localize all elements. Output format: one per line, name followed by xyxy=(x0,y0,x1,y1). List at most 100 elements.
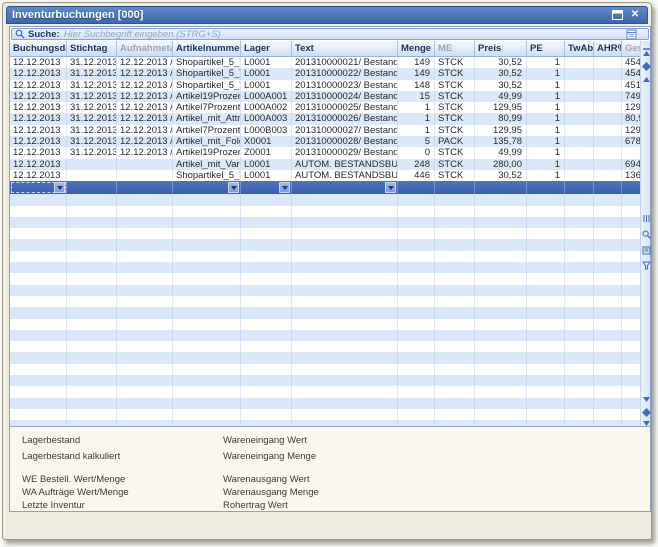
table-row[interactable]: 12.12.201331.12.201312.12.2013 /DoArtike… xyxy=(10,125,650,136)
grid-scrollbar[interactable] xyxy=(640,41,650,426)
empty-row xyxy=(10,239,650,250)
table-row[interactable]: 12.12.201331.12.201312.12.2013 /DoArtike… xyxy=(10,113,650,124)
search-input[interactable]: Hier Suchbegriff eingeben (STRG+S) xyxy=(64,29,221,40)
column-header-twab-[interactable]: TwAb% xyxy=(565,41,594,56)
filter-icon[interactable] xyxy=(641,260,651,270)
window-title: Inventurbuchungen [000] xyxy=(12,9,606,21)
table-cell xyxy=(67,170,117,181)
column-header-menge[interactable]: Menge xyxy=(398,41,435,56)
empty-row xyxy=(10,386,650,397)
table-cell: 31.12.2013 xyxy=(67,102,117,113)
scroll-up-icon[interactable] xyxy=(641,74,651,84)
grip-icon[interactable] xyxy=(641,213,651,223)
table-cell: 201310000028/ Bestandsaufnahme l xyxy=(292,136,398,147)
restore-button[interactable] xyxy=(610,9,624,22)
table-cell: 30,52 xyxy=(475,170,527,181)
table-cell: 129,95 xyxy=(475,102,527,113)
table-cell: 31.12.2013 xyxy=(67,80,117,91)
search-bar[interactable]: Suche: Hier Suchbegriff eingeben (STRG+S… xyxy=(11,28,649,40)
table-cell: 1 xyxy=(527,125,565,136)
table-row[interactable]: 12.12.2013Artikel_mit_VarianteL0001AUTOM… xyxy=(10,159,650,170)
filter-cell[interactable] xyxy=(292,181,398,194)
table-cell: 1 xyxy=(527,170,565,181)
table-row[interactable]: 12.12.201331.12.201312.12.2013 /DoArtike… xyxy=(10,136,650,147)
table-cell: Z0001 xyxy=(241,147,292,158)
filter-cell[interactable] xyxy=(10,181,67,194)
table-row[interactable]: 12.12.201331.12.201312.12.2013 /DoShopar… xyxy=(10,80,650,91)
column-header-pe[interactable]: PE xyxy=(527,41,565,56)
table-cell: 148 xyxy=(398,80,435,91)
table-cell: 1 xyxy=(527,136,565,147)
scroll-up-fast-icon[interactable] xyxy=(641,61,651,71)
table-row[interactable]: 12.12.201331.12.201312.12.2013 /DoArtike… xyxy=(10,91,650,102)
column-header-me[interactable]: ME xyxy=(435,41,475,56)
empty-row xyxy=(10,319,650,330)
table-row[interactable]: 12.12.201331.12.201312.12.2013 /DoArtike… xyxy=(10,147,650,158)
table-cell: 0 xyxy=(398,147,435,158)
filter-cell[interactable] xyxy=(241,181,292,194)
table-cell: PACK xyxy=(435,136,475,147)
table-cell: 31.12.2013 xyxy=(67,68,117,79)
table-cell: Artikel19Prozent xyxy=(173,147,241,158)
chevron-down-icon xyxy=(282,186,288,190)
filter-dropdown-button[interactable] xyxy=(279,182,290,193)
column-header-ahr-[interactable]: AHR% xyxy=(594,41,622,56)
filter-dropdown-button[interactable] xyxy=(228,182,239,193)
filter-cell[interactable] xyxy=(435,181,475,194)
table-row[interactable]: 12.12.2013Shopartikel_5_VariaL0001AUTOM.… xyxy=(10,170,650,181)
filter-cell[interactable] xyxy=(475,181,527,194)
table-row[interactable]: 12.12.201331.12.201312.12.2013 /DoShopar… xyxy=(10,68,650,79)
filter-cell[interactable] xyxy=(117,181,173,194)
table-cell: 31.12.2013 xyxy=(67,57,117,68)
column-header-lager[interactable]: Lager xyxy=(241,41,292,56)
column-header-preis[interactable]: Preis xyxy=(475,41,527,56)
filter-cell[interactable] xyxy=(173,181,241,194)
table-filter-row[interactable] xyxy=(10,181,650,194)
scroll-down-icon[interactable] xyxy=(641,394,651,404)
close-button[interactable]: ✕ xyxy=(628,9,642,22)
table-cell: STCK xyxy=(435,80,475,91)
column-header-buchungsdatum[interactable]: Buchungsdatum xyxy=(10,41,67,56)
table-cell: 12.12.2013 /Do xyxy=(117,91,173,102)
column-header-text[interactable]: Text xyxy=(292,41,398,56)
empty-row xyxy=(10,273,650,284)
column-header-stichtag[interactable]: Stichtag xyxy=(67,41,117,56)
table-cell: Artikel19Prozent xyxy=(173,91,241,102)
chevron-down-icon xyxy=(231,186,237,190)
table-cell: 201310000025/ Bestandsaufnahme l xyxy=(292,102,398,113)
filter-cell[interactable] xyxy=(565,181,594,194)
filter-dropdown-button[interactable] xyxy=(385,182,396,193)
filter-dropdown-button[interactable] xyxy=(54,182,65,193)
table-cell: Shopartikel_5_Varia xyxy=(173,57,241,68)
scroll-to-top-icon[interactable] xyxy=(641,47,651,57)
table-cell xyxy=(594,68,622,79)
table-cell: STCK xyxy=(435,102,475,113)
table-cell xyxy=(594,102,622,113)
table-cell: 31.12.2013 xyxy=(67,147,117,158)
summary-label: Rohertrag Wert xyxy=(223,500,288,511)
empty-row xyxy=(10,307,650,318)
scroll-down-fast-icon[interactable] xyxy=(641,407,651,417)
search-grid-icon[interactable] xyxy=(641,229,651,239)
filter-cell[interactable] xyxy=(527,181,565,194)
screen: Inventurbuchungen [000] ✕ Suche: Hier Su… xyxy=(0,0,658,547)
column-header-artikelnummer[interactable]: Artikelnummer xyxy=(173,41,241,56)
table-row[interactable]: 12.12.201331.12.201312.12.2013 /DoShopar… xyxy=(10,57,650,68)
filter-cell[interactable] xyxy=(398,181,435,194)
filter-cell[interactable] xyxy=(594,181,622,194)
table-cell: 12.12.2013 xyxy=(10,102,67,113)
summary-label: Warenausgang Menge xyxy=(223,487,319,498)
window-titlebar[interactable]: Inventurbuchungen [000] ✕ xyxy=(6,6,648,24)
bookmark-icon[interactable] xyxy=(641,245,651,255)
chevron-down-icon xyxy=(57,186,63,190)
search-label: Suche: xyxy=(28,29,60,40)
table-cell: 12.12.2013 xyxy=(10,147,67,158)
table-cell: 12.12.2013 xyxy=(10,57,67,68)
column-chooser-icon[interactable] xyxy=(626,29,637,40)
table-cell xyxy=(565,91,594,102)
empty-row xyxy=(10,409,650,420)
table-row[interactable]: 12.12.201331.12.201312.12.2013 /DoArtike… xyxy=(10,102,650,113)
table-cell: STCK xyxy=(435,91,475,102)
filter-cell[interactable] xyxy=(67,181,117,194)
column-header-aufnahmetag[interactable]: Aufnahmetag xyxy=(117,41,173,56)
